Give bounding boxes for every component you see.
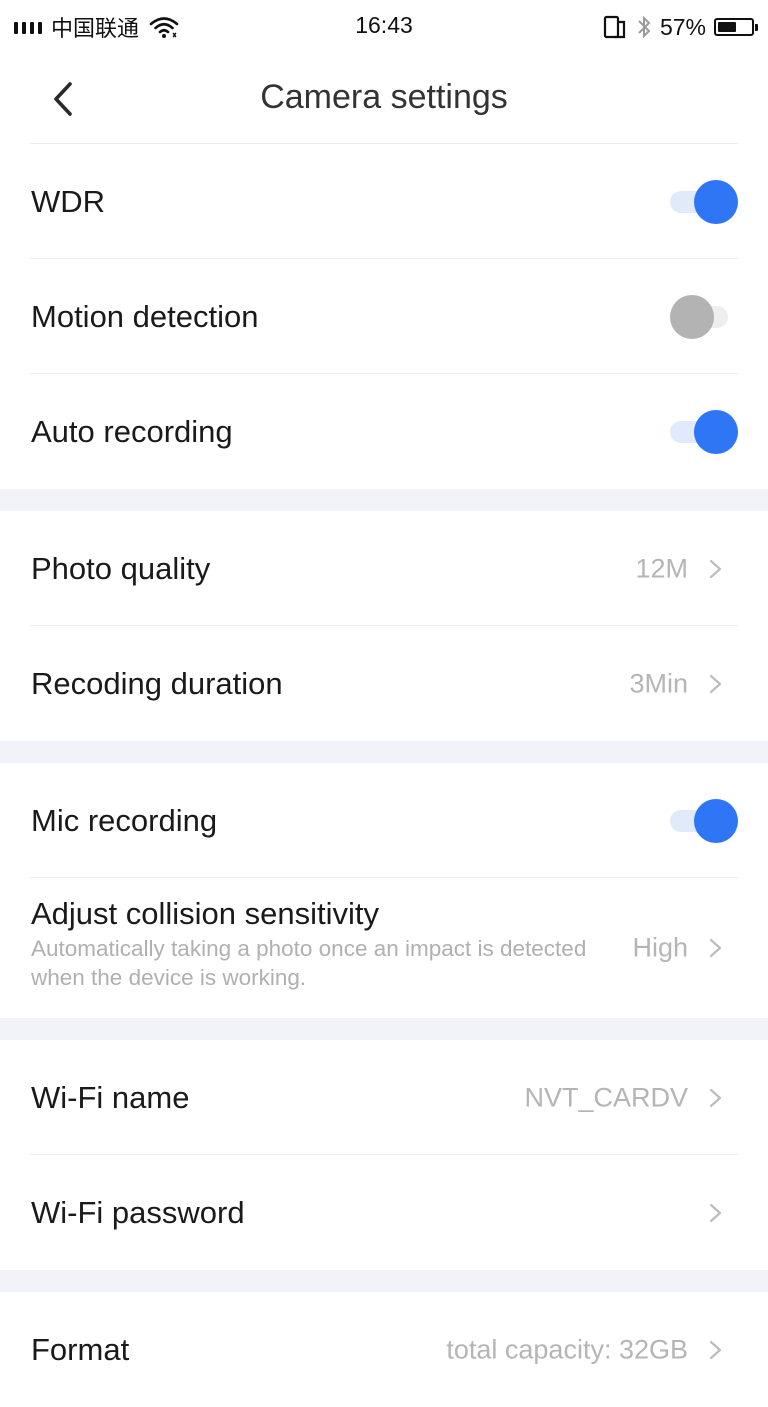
chevron-right-icon <box>709 674 722 693</box>
chevron-right-icon <box>709 1340 722 1359</box>
battery-percent: 57% <box>659 13 706 40</box>
setting-label: Photo quality <box>31 550 211 586</box>
section-gap <box>0 1270 768 1292</box>
setting-value: NVT_CARDV <box>524 1082 688 1112</box>
section-gap <box>0 741 768 763</box>
dual-screen-icon <box>603 15 626 39</box>
setting-label: Wi-Fi name <box>31 1079 190 1115</box>
setting-row-auto-recording: Auto recording <box>0 374 768 489</box>
motion-detection-toggle[interactable] <box>670 294 738 339</box>
setting-value: High <box>632 932 688 963</box>
setting-value: 12M <box>635 553 688 583</box>
setting-row-recording-duration[interactable]: Recoding duration 3Min <box>0 626 768 741</box>
header: Camera settings <box>0 54 768 144</box>
setting-row-format[interactable]: Format total capacity: 32GB <box>0 1292 768 1407</box>
auto-recording-toggle[interactable] <box>670 409 738 454</box>
setting-label: WDR <box>31 183 106 219</box>
setting-row-wifi-name[interactable]: Wi-Fi name NVT_CARDV <box>0 1040 768 1155</box>
wdr-toggle[interactable] <box>670 179 738 224</box>
section-gap <box>0 1018 768 1040</box>
chevron-right-icon <box>709 1088 722 1107</box>
setting-value: 3Min <box>629 668 688 698</box>
chevron-right-icon <box>709 938 722 958</box>
setting-row-wdr: WDR <box>0 144 768 259</box>
page-title: Camera settings <box>260 78 508 116</box>
setting-description: Automatically taking a photo once an imp… <box>31 936 587 990</box>
settings-list: WDR Motion detection Auto recording Phot… <box>0 144 768 1407</box>
status-bar: 中国联通 16:43 57% <box>0 0 768 54</box>
setting-label: Adjust collision sensitivity <box>31 896 380 931</box>
setting-label: Auto recording <box>31 413 233 449</box>
setting-label: Motion detection <box>31 298 259 334</box>
bluetooth-icon <box>638 15 651 39</box>
setting-label: Format <box>31 1331 130 1367</box>
setting-row-photo-quality[interactable]: Photo quality 12M <box>0 511 768 626</box>
chevron-right-icon <box>709 1203 722 1222</box>
setting-label: Mic recording <box>31 802 218 838</box>
setting-row-mic-recording: Mic recording <box>0 763 768 878</box>
chevron-right-icon <box>709 559 722 578</box>
setting-row-wifi-password[interactable]: Wi-Fi password <box>0 1155 768 1270</box>
battery-icon <box>714 18 758 36</box>
mic-recording-toggle[interactable] <box>670 798 738 843</box>
battery-level <box>718 22 736 32</box>
setting-value: total capacity: 32GB <box>446 1334 688 1364</box>
section-gap <box>0 489 768 511</box>
setting-row-collision-sensitivity[interactable]: Adjust collision sensitivity Automatical… <box>0 878 768 1018</box>
setting-label: Recoding duration <box>31 665 283 701</box>
setting-label: Wi-Fi password <box>31 1194 245 1230</box>
setting-row-motion-detection: Motion detection <box>0 259 768 374</box>
status-right: 57% <box>602 10 758 44</box>
